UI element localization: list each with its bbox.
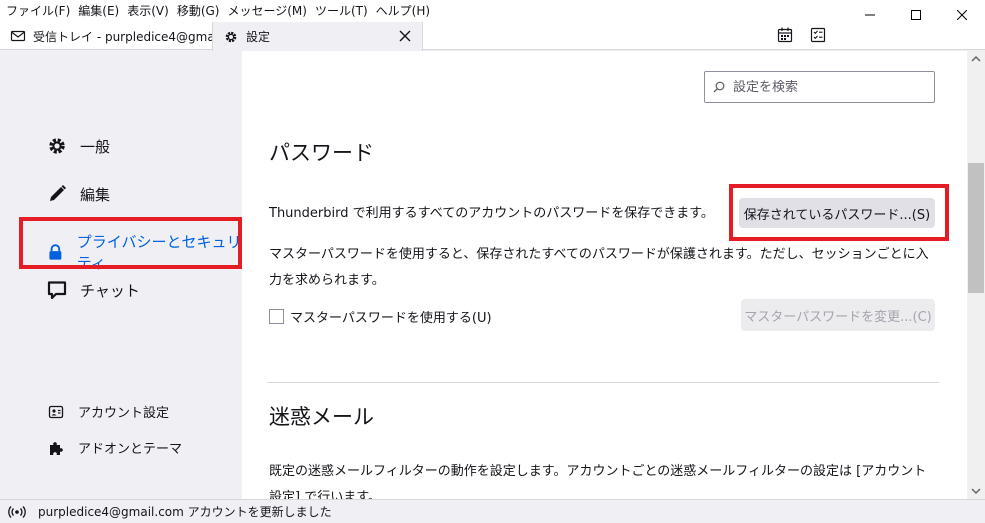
settings-search[interactable] [704,71,935,103]
chat-icon [47,281,67,300]
sidebar-account-settings[interactable]: アカウント設定 [48,402,169,421]
content-scrollbar[interactable] [967,51,985,499]
close-tab-icon[interactable] [398,29,412,43]
minimize-icon [865,14,875,16]
sidebar-item-chat[interactable]: チャット [46,279,140,301]
master-password-checkbox-label: マスターパスワードを使用する(U) [290,311,492,326]
section-title-junk: 迷惑メール [269,405,374,429]
highlight-box [19,217,242,269]
maximize-icon [911,10,921,20]
online-status-icon[interactable] [8,505,26,519]
gear-icon [225,31,237,42]
tab-settings[interactable]: 設定 [212,22,423,51]
menu-help[interactable]: ヘルプ(H) [372,0,434,22]
master-password-description: マスターパスワードを使用すると、保存されたすべてのパスワードが保護されます。ただ… [269,247,929,288]
close-icon [957,10,967,20]
menu-edit[interactable]: 編集(E) [74,0,123,22]
change-master-password-button: マスターパスワードを変更...(C) [741,299,935,331]
tab-bar: 受信トレイ - purpledice4@gmail. 設定 [0,22,985,51]
highlight-box [729,184,949,241]
menu-bar: ファイル(F) 編集(E) 表示(V) 移動(G) メッセージ(M) ツール(T… [0,0,985,22]
mail-icon [10,30,26,42]
section-divider [267,382,939,383]
scroll-up-icon[interactable] [971,55,981,63]
scrollbar-thumb[interactable] [968,163,984,293]
sidebar-addons-themes[interactable]: アドオンとテーマ [48,438,182,457]
tab-settings-label: 設定 [246,30,271,44]
master-password-checkbox-row[interactable]: マスターパスワードを使用する(U) [269,307,492,326]
account-settings-label: アカウント設定 [78,406,170,421]
menu-go[interactable]: 移動(G) [173,0,224,22]
sidebar-item-label: チャット [80,281,140,300]
sidebar-item-compose[interactable]: 編集 [46,183,110,205]
settings-content: パスワード Thunderbird で利用するすべてのアカウントのパスワードを保… [242,51,967,499]
status-text: purpledice4@gmail.com アカウントを更新しました [38,505,332,519]
menu-message[interactable]: メッセージ(M) [223,0,310,22]
tab-inbox[interactable]: 受信トレイ - purpledice4@gmail. [0,22,212,50]
tasks-icon[interactable] [809,26,827,44]
settings-sidebar: 一般 編集 プライバシーとセキュリティ チャット アカウント設定 アドオンとテー… [0,51,242,499]
search-icon [713,81,725,93]
tab-inbox-label: 受信トレイ - purpledice4@gmail. [33,29,212,44]
sidebar-item-label: 一般 [80,137,111,156]
sidebar-item-label: 編集 [80,185,111,204]
menu-tools[interactable]: ツール(T) [311,0,372,22]
addons-themes-label: アドオンとテーマ [78,442,183,457]
tabbar-tools [776,26,827,44]
junk-description: 既定の迷惑メールフィルターの動作を設定します。アカウントごとの迷惑メールフィルタ… [269,464,927,499]
master-password-checkbox[interactable] [269,309,284,324]
section-title-passwords: パスワード [269,141,374,165]
account-icon [48,405,64,418]
passwords-description: Thunderbird で利用するすべてのアカウントのパスワードを保存できます。 [269,206,714,221]
pencil-icon [50,185,66,201]
gear-icon [49,138,65,154]
search-input[interactable] [733,79,913,95]
menu-view[interactable]: 表示(V) [123,0,173,22]
scroll-down-icon[interactable] [971,487,981,495]
status-bar: purpledice4@gmail.com アカウントを更新しました [0,499,985,523]
calendar-icon[interactable] [776,26,794,44]
menu-file[interactable]: ファイル(F) [0,0,74,22]
puzzle-icon [50,441,63,455]
sidebar-item-general[interactable]: 一般 [46,135,110,157]
